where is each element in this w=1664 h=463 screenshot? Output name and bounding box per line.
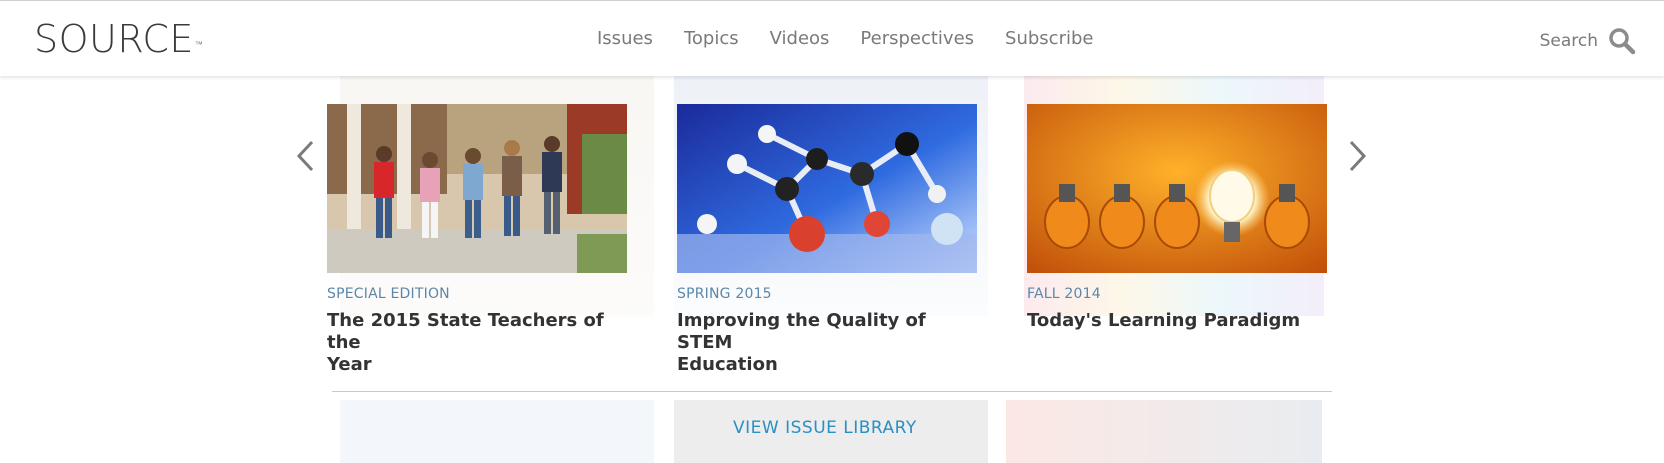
edition-label: SPRING 2015 — [677, 286, 772, 302]
issues-carousel: SPECIAL EDITION The 2015 State Teachers … — [0, 76, 1664, 386]
nav-item-perspectives[interactable]: Perspectives — [860, 28, 974, 50]
nav-item-topics[interactable]: Topics — [684, 28, 739, 50]
chevron-right-icon[interactable] — [1345, 138, 1369, 174]
nav-item-subscribe[interactable]: Subscribe — [1005, 28, 1093, 50]
nav-item-videos[interactable]: Videos — [770, 28, 830, 50]
edition-label: FALL 2014 — [1027, 286, 1101, 302]
children-running-photo[interactable] — [327, 104, 627, 273]
issue-title[interactable]: Improving the Quality of STEM Education — [677, 310, 977, 376]
logo-text: SOURCE — [34, 17, 194, 61]
issue-card[interactable]: SPRING 2015 Improving the Quality of STE… — [677, 104, 977, 376]
main-nav: Issues Topics Videos Perspectives Subscr… — [597, 28, 1093, 50]
trademark-mark: ™ — [194, 40, 204, 49]
issue-card[interactable]: SPECIAL EDITION The 2015 State Teachers … — [327, 104, 627, 376]
edition-label: SPECIAL EDITION — [327, 286, 450, 302]
issue-title-line: Education — [677, 354, 778, 375]
issue-title[interactable]: Today's Learning Paradigm — [1027, 310, 1327, 332]
site-header: SOURCE™ Issues Topics Videos Perspective… — [0, 0, 1664, 76]
issue-title-line: Year — [327, 354, 372, 375]
issue-title-line: Improving the Quality of STEM — [677, 310, 926, 353]
issue-card[interactable]: FALL 2014 Today's Learning Paradigm — [1027, 104, 1327, 332]
site-logo[interactable]: SOURCE™ — [34, 17, 203, 61]
issue-title-line: Today's Learning Paradigm — [1027, 310, 1301, 331]
search-button[interactable]: Search — [1540, 27, 1636, 55]
view-issue-library-link[interactable]: VIEW ISSUE LIBRARY — [733, 418, 917, 438]
background-tile — [340, 400, 654, 463]
chevron-left-icon[interactable] — [294, 138, 318, 174]
search-label: Search — [1539, 31, 1598, 51]
molecule-model-photo[interactable] — [677, 104, 977, 273]
background-tile — [1006, 400, 1322, 463]
magnifier-icon — [1608, 27, 1636, 55]
light-bulbs-photo[interactable] — [1027, 104, 1327, 273]
issue-title[interactable]: The 2015 State Teachers of the Year — [327, 310, 627, 376]
section-divider — [332, 391, 1332, 392]
nav-item-issues[interactable]: Issues — [597, 28, 653, 50]
issue-title-line: The 2015 State Teachers of the — [327, 310, 604, 353]
